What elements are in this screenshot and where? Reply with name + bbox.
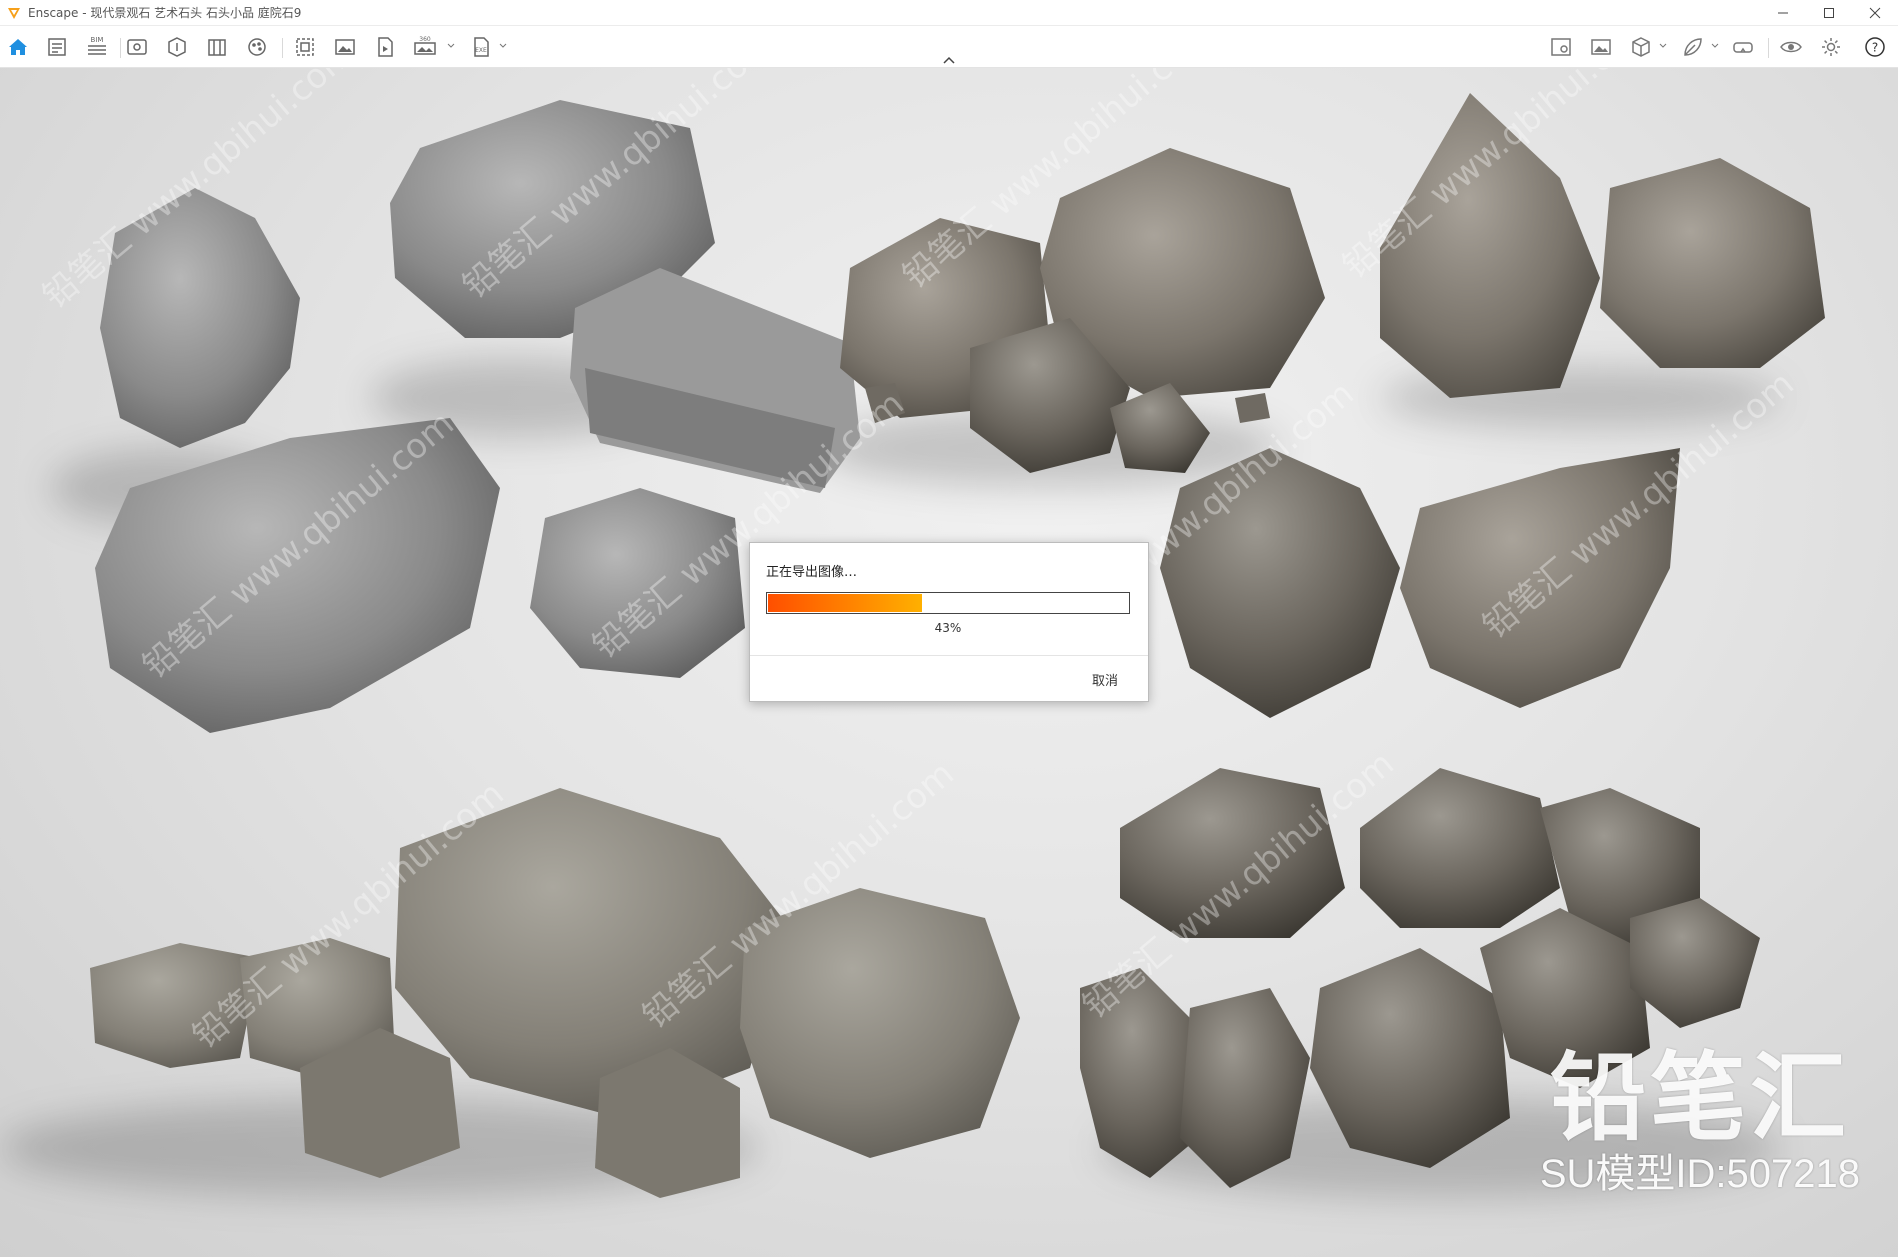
video-icon [378, 37, 393, 57]
panorama-button[interactable]: 360 [412, 34, 438, 60]
maximize-button[interactable] [1806, 0, 1852, 26]
home-button[interactable] [5, 34, 31, 60]
svg-text:EXE: EXE [475, 47, 487, 54]
visual-settings-button[interactable] [164, 34, 190, 60]
panorama-dropdown[interactable] [446, 38, 456, 54]
maximize-icon [1824, 8, 1834, 18]
vr-headset-button[interactable] [1730, 34, 1756, 60]
leaf-button[interactable] [1680, 34, 1706, 60]
chevron-down-icon [1711, 43, 1719, 48]
box-view-icon [1632, 37, 1650, 57]
asset-library-button[interactable] [204, 34, 230, 60]
dialog-title: 正在导出图像… [766, 565, 858, 580]
bim-button[interactable]: BIM [84, 34, 110, 60]
asset-library-icon [208, 39, 226, 56]
batch-render-button[interactable] [292, 34, 318, 60]
svg-text:?: ? [1872, 41, 1878, 55]
screenshot-icon [335, 39, 355, 55]
views-button[interactable] [124, 34, 150, 60]
dialog-divider [750, 655, 1148, 656]
panorama-icon: 360 [414, 36, 436, 55]
materials-button[interactable] [244, 34, 270, 60]
export-progress-bar [766, 592, 1130, 614]
views-icon [127, 39, 147, 55]
close-button[interactable] [1852, 0, 1898, 26]
minimize-button[interactable] [1760, 0, 1806, 26]
model-id-watermark: SU模型ID:507218 [1539, 1152, 1860, 1196]
title-bar: Enscape - 现代景观石 艺术石头 石头小品 庭院石9 [0, 0, 1898, 26]
minimize-icon [1778, 12, 1788, 14]
home-icon [9, 39, 27, 55]
leaf-dropdown[interactable] [1710, 38, 1720, 54]
cancel-button[interactable]: 取消 [1092, 670, 1118, 689]
properties-button[interactable] [44, 34, 70, 60]
eye-button[interactable] [1778, 34, 1804, 60]
progress-fill [768, 594, 922, 612]
export-dropdown[interactable] [498, 38, 508, 54]
chevron-down-icon [447, 43, 455, 48]
help-icon: ? [1865, 37, 1885, 57]
toolbar-separator [120, 38, 121, 58]
image-editor-icon [1591, 39, 1611, 55]
svg-text:BIM: BIM [91, 36, 104, 44]
screenshot-button[interactable] [332, 34, 358, 60]
toolbar: BIM 360 EXE ? [0, 26, 1898, 68]
image-editor-button[interactable] [1588, 34, 1614, 60]
materials-icon [248, 38, 266, 56]
batch-render-icon [296, 38, 314, 56]
toolbar-separator [282, 38, 283, 58]
progress-percent: 43% [934, 621, 962, 635]
toolbar-separator [1768, 38, 1769, 58]
leaf-icon [1684, 38, 1702, 56]
close-icon [1869, 7, 1881, 19]
box-view-dropdown[interactable] [1658, 38, 1668, 54]
export-exe-button[interactable]: EXE [468, 34, 494, 60]
properties-icon [48, 38, 66, 56]
export-exe-icon: EXE [474, 37, 489, 57]
bim-icon: BIM [88, 36, 106, 55]
video-button[interactable] [372, 34, 398, 60]
export-progress-dialog: 正在导出图像… 43% 取消 [749, 542, 1149, 702]
eye-icon [1780, 41, 1802, 53]
vr-headset-icon [1733, 42, 1753, 53]
visual-settings-icon [168, 37, 186, 57]
brand-watermark: 铅笔汇 [1550, 1042, 1850, 1154]
enscape-logo-icon [8, 7, 20, 19]
map-button[interactable] [1548, 34, 1574, 60]
help-button[interactable]: ? [1862, 34, 1888, 60]
chevron-down-icon [1659, 43, 1667, 48]
settings-icon [1822, 38, 1840, 56]
chevron-down-icon [499, 43, 507, 48]
settings-button[interactable] [1818, 34, 1844, 60]
box-view-button[interactable] [1628, 34, 1654, 60]
svg-text:360: 360 [419, 36, 431, 43]
collapse-toolbar-icon[interactable] [941, 54, 957, 66]
map-icon [1551, 38, 1571, 56]
window-title: Enscape - 现代景观石 艺术石头 石头小品 庭院石9 [28, 6, 302, 20]
